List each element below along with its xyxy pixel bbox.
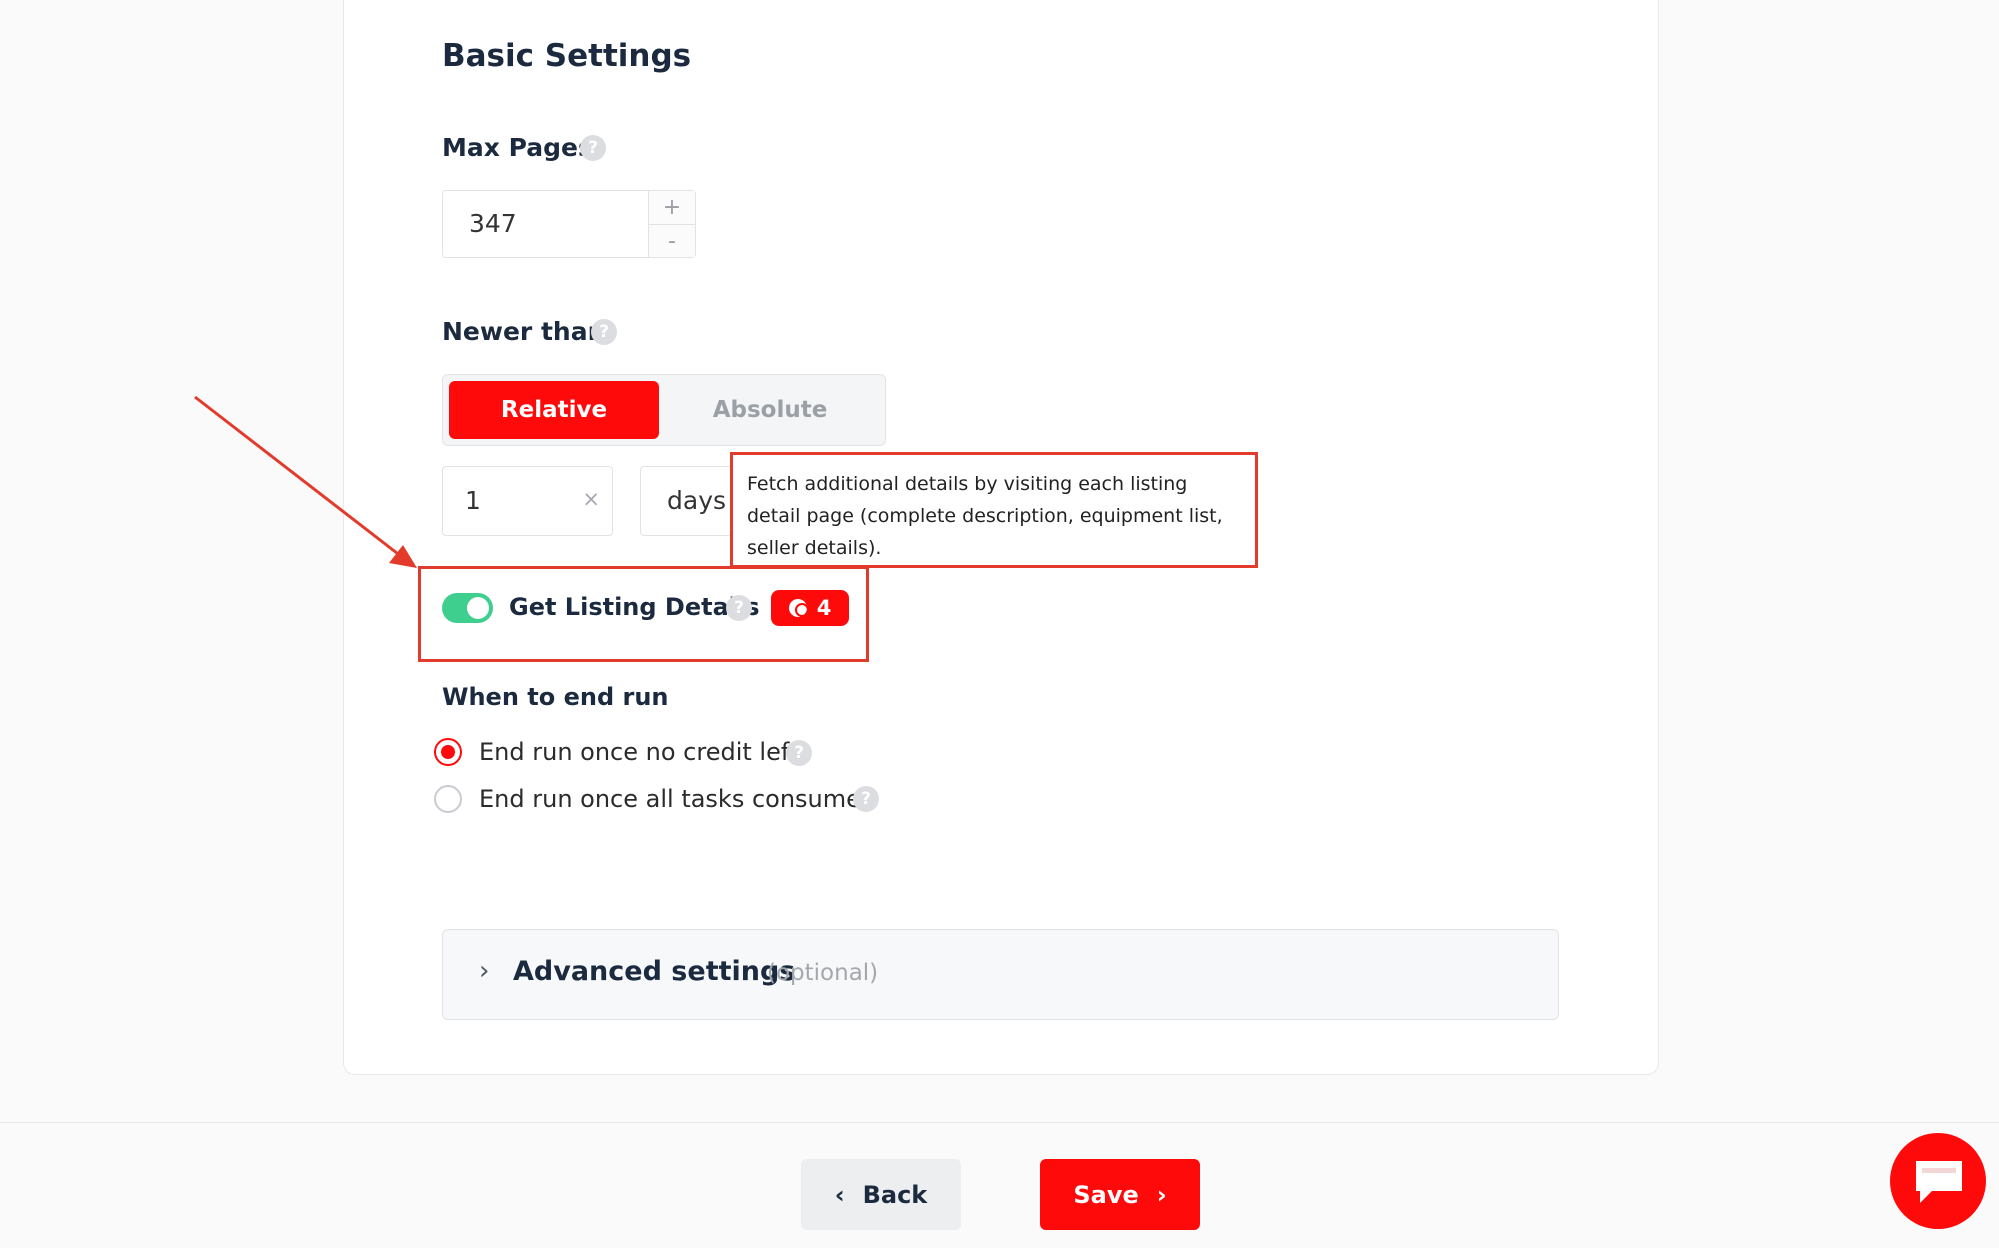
section-title: Basic Settings (442, 38, 692, 74)
end-run-tasks-consumed-radio[interactable] (434, 785, 462, 813)
end-run-tasks-consumed-label[interactable]: End run once all tasks consumed (479, 785, 876, 813)
end-run-no-credit-help-icon[interactable]: ? (786, 740, 812, 766)
chat-icon (1916, 1161, 1962, 1203)
newer-than-unit-select[interactable]: days (640, 466, 732, 536)
max-pages-input[interactable]: 347 + - (442, 190, 696, 258)
save-button-label: Save (1073, 1180, 1139, 1209)
back-button[interactable]: ‹ Back (801, 1159, 961, 1230)
newer-than-help-icon[interactable]: ? (591, 319, 617, 345)
credit-cost-value: 4 (816, 596, 832, 620)
listing-details-help-icon[interactable]: ? (726, 595, 752, 621)
max-pages-label: Max Pages (442, 133, 593, 162)
chevron-right-icon: › (479, 956, 490, 986)
annotation-arrow-icon (194, 395, 417, 568)
listing-details-toggle[interactable] (442, 593, 493, 623)
newer-than-mode-toggle: Relative Absolute (442, 374, 886, 446)
end-run-label: When to end run (442, 683, 669, 711)
clear-icon[interactable]: × (582, 487, 600, 511)
max-pages-stepper: + - (648, 191, 695, 257)
save-button[interactable]: Save › (1040, 1159, 1200, 1230)
chat-button[interactable] (1890, 1133, 1986, 1229)
advanced-settings-title: Advanced settings (513, 956, 796, 987)
end-run-no-credit-radio[interactable] (434, 738, 462, 766)
max-pages-value[interactable]: 347 (469, 209, 517, 238)
chevron-right-icon: › (1156, 1180, 1167, 1209)
increment-button[interactable]: + (649, 191, 695, 225)
decrement-button[interactable]: - (649, 225, 695, 258)
listing-details-label: Get Listing Details (509, 593, 760, 621)
back-button-label: Back (862, 1180, 928, 1209)
newer-than-label: Newer than (442, 317, 606, 346)
footer-divider (0, 1122, 1999, 1123)
end-run-tasks-consumed-help-icon[interactable]: ? (853, 786, 879, 812)
toggle-knob (467, 597, 489, 619)
newer-than-unit-value: days (667, 486, 727, 515)
newer-than-amount-input[interactable]: 1 × (442, 466, 613, 536)
relative-tab[interactable]: Relative (449, 381, 659, 439)
newer-than-amount-value[interactable]: 1 (465, 486, 481, 515)
credit-cost-badge: 4 (771, 590, 849, 626)
coin-icon (788, 599, 809, 617)
advanced-settings-panel[interactable]: › Advanced settings (optional) (442, 929, 1559, 1020)
listing-details-tooltip: Fetch additional details by visiting eac… (730, 452, 1258, 568)
chevron-left-icon: ‹ (834, 1180, 845, 1209)
max-pages-help-icon[interactable]: ? (580, 135, 606, 161)
end-run-no-credit-label[interactable]: End run once no credit left (479, 738, 798, 766)
advanced-settings-optional: (optional) (767, 960, 879, 986)
absolute-tab[interactable]: Absolute (665, 381, 875, 439)
